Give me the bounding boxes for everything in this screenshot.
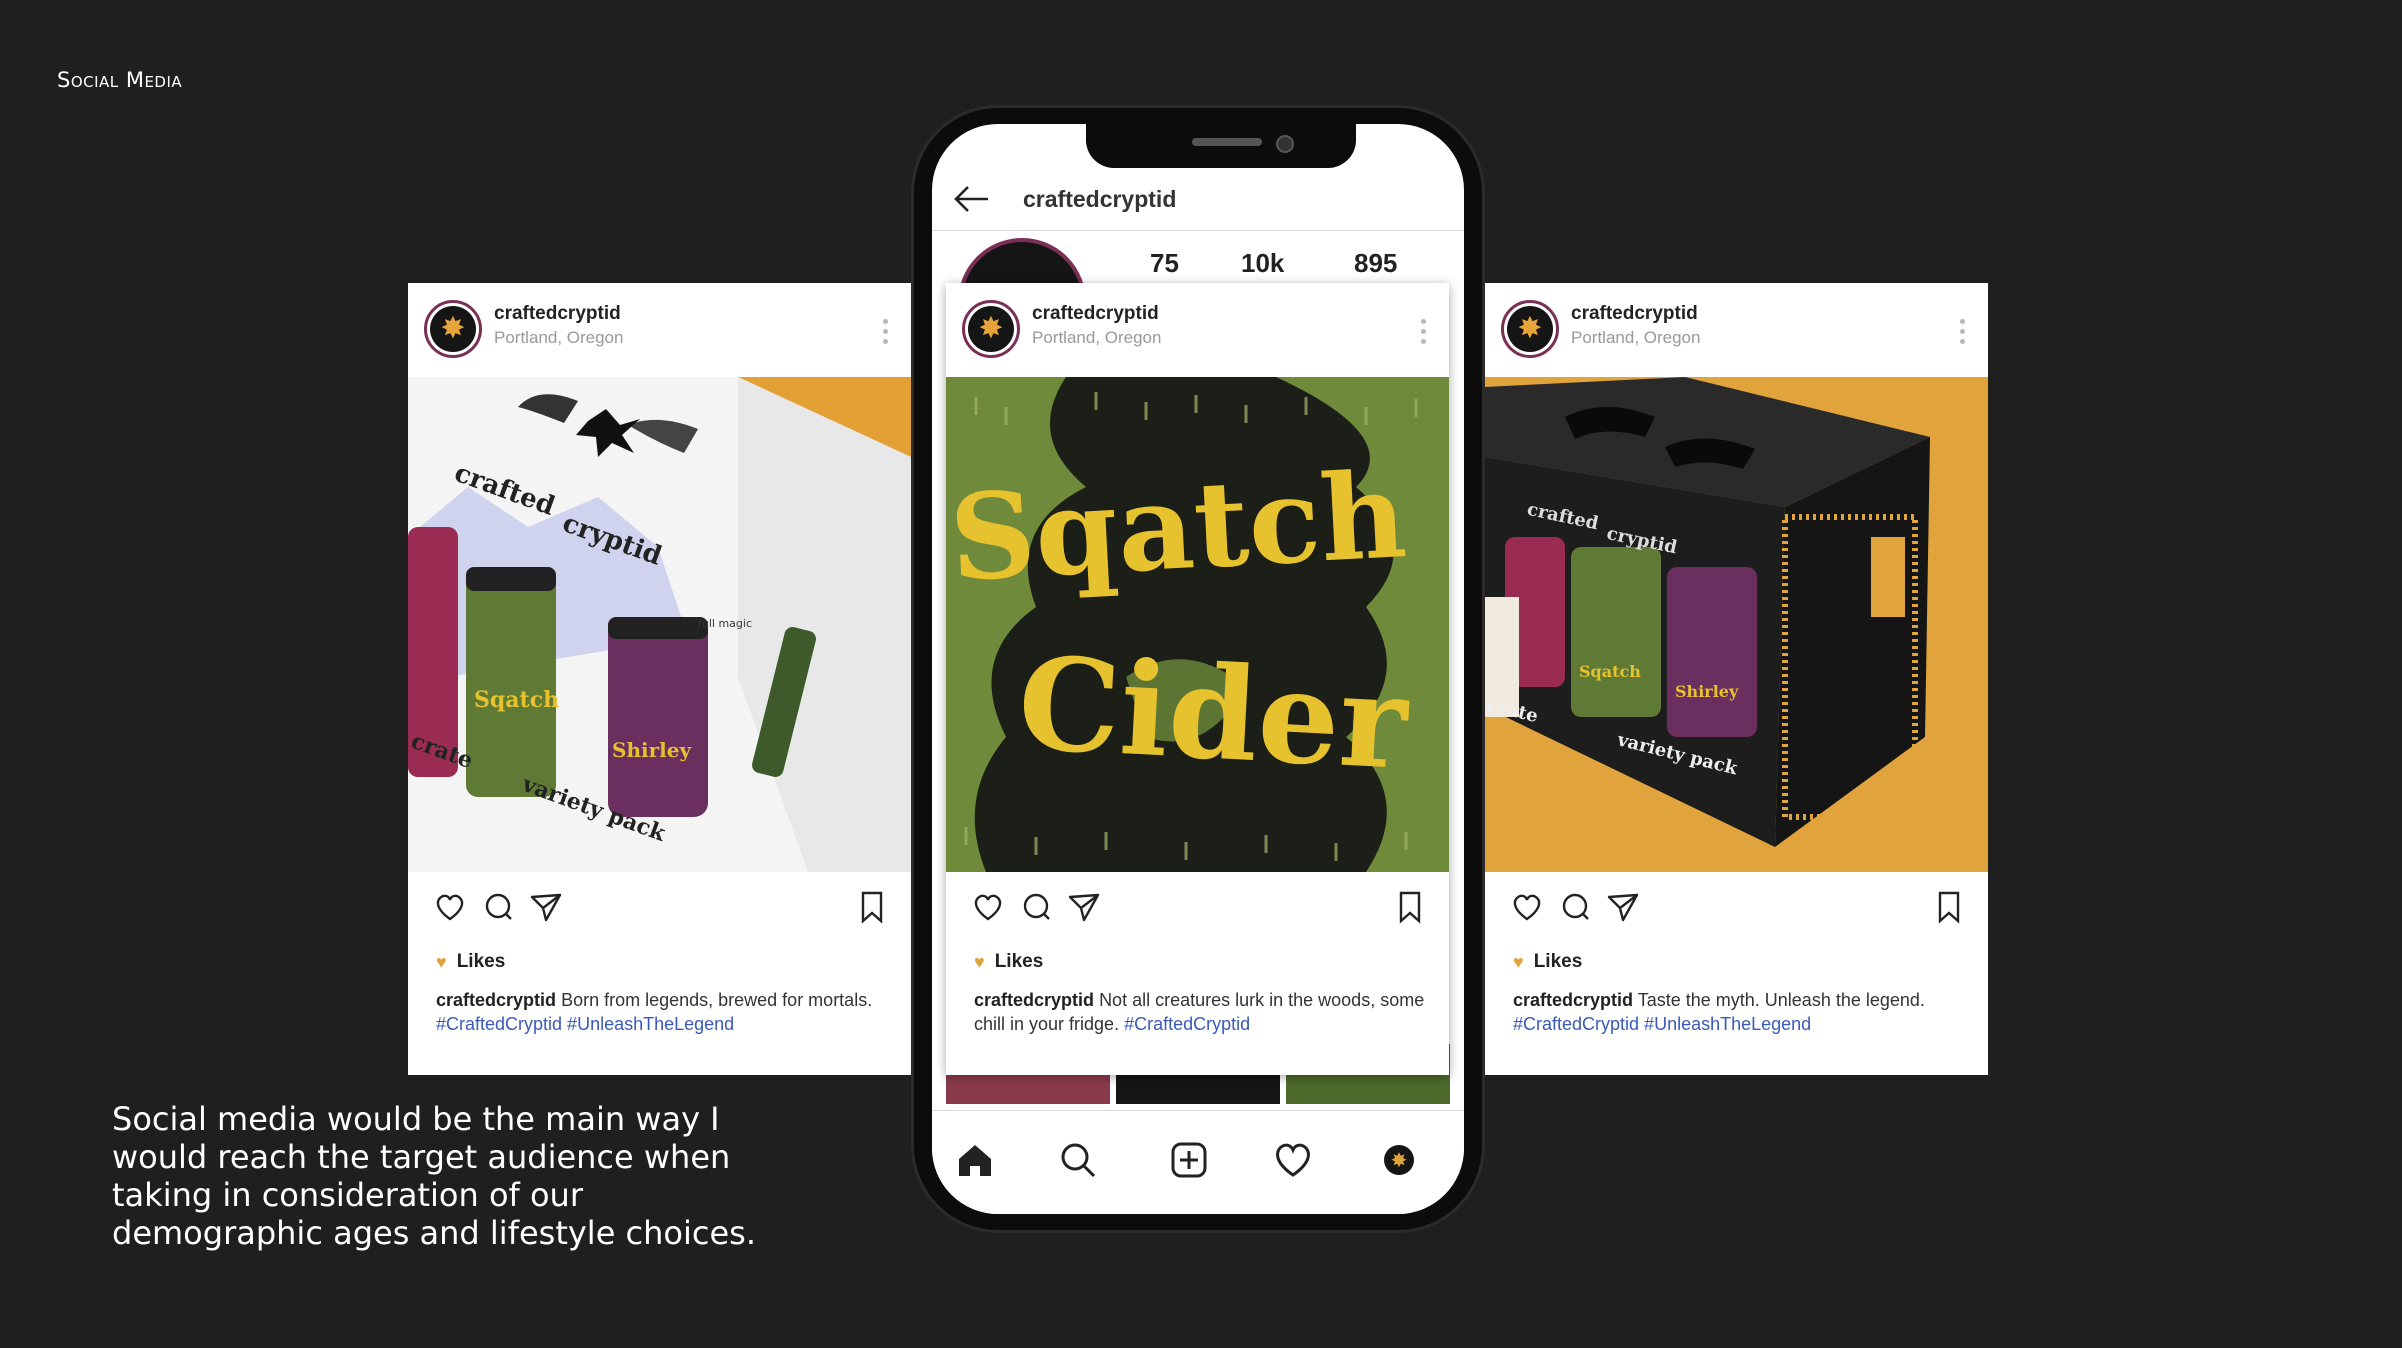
post-location[interactable]: Portland, Oregon [1032,328,1161,348]
post-photo[interactable]: crafted cryptid crate variety pack Sqatc… [408,377,911,872]
heart-icon[interactable] [432,889,468,925]
svg-text:✸: ✸ [1391,1148,1408,1172]
heart-icon[interactable] [970,889,1006,925]
posts-count[interactable]: 75 [1150,248,1179,279]
caption-hashtags[interactable]: #CraftedCryptid #UnleashTheLegend [1513,1014,1811,1034]
profile-avatar-icon[interactable]: ✸ [1378,1139,1420,1181]
avatar[interactable]: ✸ [962,300,1020,358]
instagram-post-right: ✸ craftedcryptid Portland, Oregon crafte… [1485,283,1988,1075]
caption-text: Taste the myth. Unleash the legend. [1637,990,1925,1010]
caption-hashtags[interactable]: #CraftedCryptid #UnleashTheLegend [436,1014,734,1034]
post-username[interactable]: craftedcryptid [1032,303,1159,325]
home-icon[interactable] [954,1139,996,1181]
likes-row[interactable]: ♥ Likes [436,951,505,973]
post-photo[interactable]: crafted cryptid crate variety pack Sqatc… [1485,377,1988,872]
comment-icon[interactable] [1018,889,1054,925]
bookmark-icon[interactable] [1392,889,1428,925]
profile-username: craftedcryptid [1023,186,1177,212]
variety-pack-image: crafted cryptid crate variety pack Sqatc… [408,377,911,872]
svg-text:Shirley: Shirley [1675,682,1739,701]
share-icon[interactable] [528,889,564,925]
caption-text: Born from legends, brewed for mortals. [561,990,873,1010]
share-icon[interactable] [1605,889,1641,925]
post-header: ✸ craftedcryptid Portland, Oregon [946,283,1449,377]
can-text-sqatch: Sqatch [947,445,1410,608]
bookmark-icon[interactable] [854,889,890,925]
section-heading: Social Media [57,68,183,92]
small-heart-icon: ♥ [1513,951,1524,972]
more-options-icon[interactable] [1960,319,1966,344]
likes-row[interactable]: ♥ Likes [974,951,1043,973]
caption-username[interactable]: craftedcryptid [436,990,556,1010]
post-location[interactable]: Portland, Oregon [1571,328,1700,348]
post-header: ✸ craftedcryptid Portland, Oregon [1485,283,1988,377]
post-header: ✸ craftedcryptid Portland, Oregon [408,283,911,377]
sqatch-cider-can-image: Sqatch Cider [946,377,1449,872]
instagram-post-left: ✸ craftedcryptid Portland, Oregon crafte… [408,283,911,1075]
star-logo-icon: ✸ [968,306,1014,352]
post-username[interactable]: craftedcryptid [1571,303,1698,325]
star-logo-icon: ✸ [430,306,476,352]
bottom-navigation: ✸ [932,1110,1464,1214]
svg-text:Sqatch: Sqatch [1579,662,1641,681]
speaker-grille [1192,138,1262,146]
back-arrow-icon[interactable] [952,182,992,216]
front-camera [1276,135,1294,153]
post-caption: craftedcryptid Not all creatures lurk in… [974,988,1429,1036]
svg-text:Sqatch: Sqatch [474,687,559,713]
instagram-post-center: ✸ craftedcryptid Portland, Oregon Sqatch… [946,283,1449,1075]
post-caption: craftedcryptid Taste the myth. Unleash t… [1513,988,1968,1036]
svg-text:Shirley: Shirley [612,738,692,762]
star-logo-icon: ✸ [1507,306,1553,352]
small-heart-icon: ♥ [974,951,985,972]
comment-icon[interactable] [480,889,516,925]
description-text: Social media would be the main way I wou… [112,1100,757,1252]
share-icon[interactable] [1066,889,1102,925]
post-caption: craftedcryptid Born from legends, brewed… [436,988,891,1036]
likes-label: Likes [994,951,1044,972]
more-options-icon[interactable] [883,319,889,344]
black-box-image: crafted cryptid crate variety pack Sqatc… [1485,377,1988,872]
svg-text:full magic: full magic [698,617,752,630]
heart-icon[interactable] [1509,889,1545,925]
more-options-icon[interactable] [1421,319,1427,344]
small-heart-icon: ♥ [436,951,447,972]
post-actions [1485,889,1988,929]
phone-notch [1086,124,1356,168]
search-icon[interactable] [1057,1139,1099,1181]
post-photo[interactable]: Sqatch Cider [946,377,1449,872]
post-location[interactable]: Portland, Oregon [494,328,623,348]
avatar[interactable]: ✸ [424,300,482,358]
caption-username[interactable]: craftedcryptid [974,990,1094,1010]
post-actions [946,889,1449,929]
activity-heart-icon[interactable] [1272,1139,1314,1181]
avatar[interactable]: ✸ [1501,300,1559,358]
profile-header-bar: craftedcryptid [932,168,1464,231]
comment-icon[interactable] [1557,889,1593,925]
caption-hashtags[interactable]: #CraftedCryptid [1124,1014,1250,1034]
post-username[interactable]: craftedcryptid [494,303,621,325]
caption-username[interactable]: craftedcryptid [1513,990,1633,1010]
likes-label: Likes [456,951,506,972]
likes-label: Likes [1533,951,1583,972]
bookmark-icon[interactable] [1931,889,1967,925]
can-text-cider: Cider [1015,629,1413,799]
followers-count[interactable]: 10k [1241,248,1284,279]
following-count[interactable]: 895 [1354,248,1397,279]
post-actions [408,889,911,929]
likes-row[interactable]: ♥ Likes [1513,951,1582,973]
add-post-icon[interactable] [1168,1139,1210,1181]
